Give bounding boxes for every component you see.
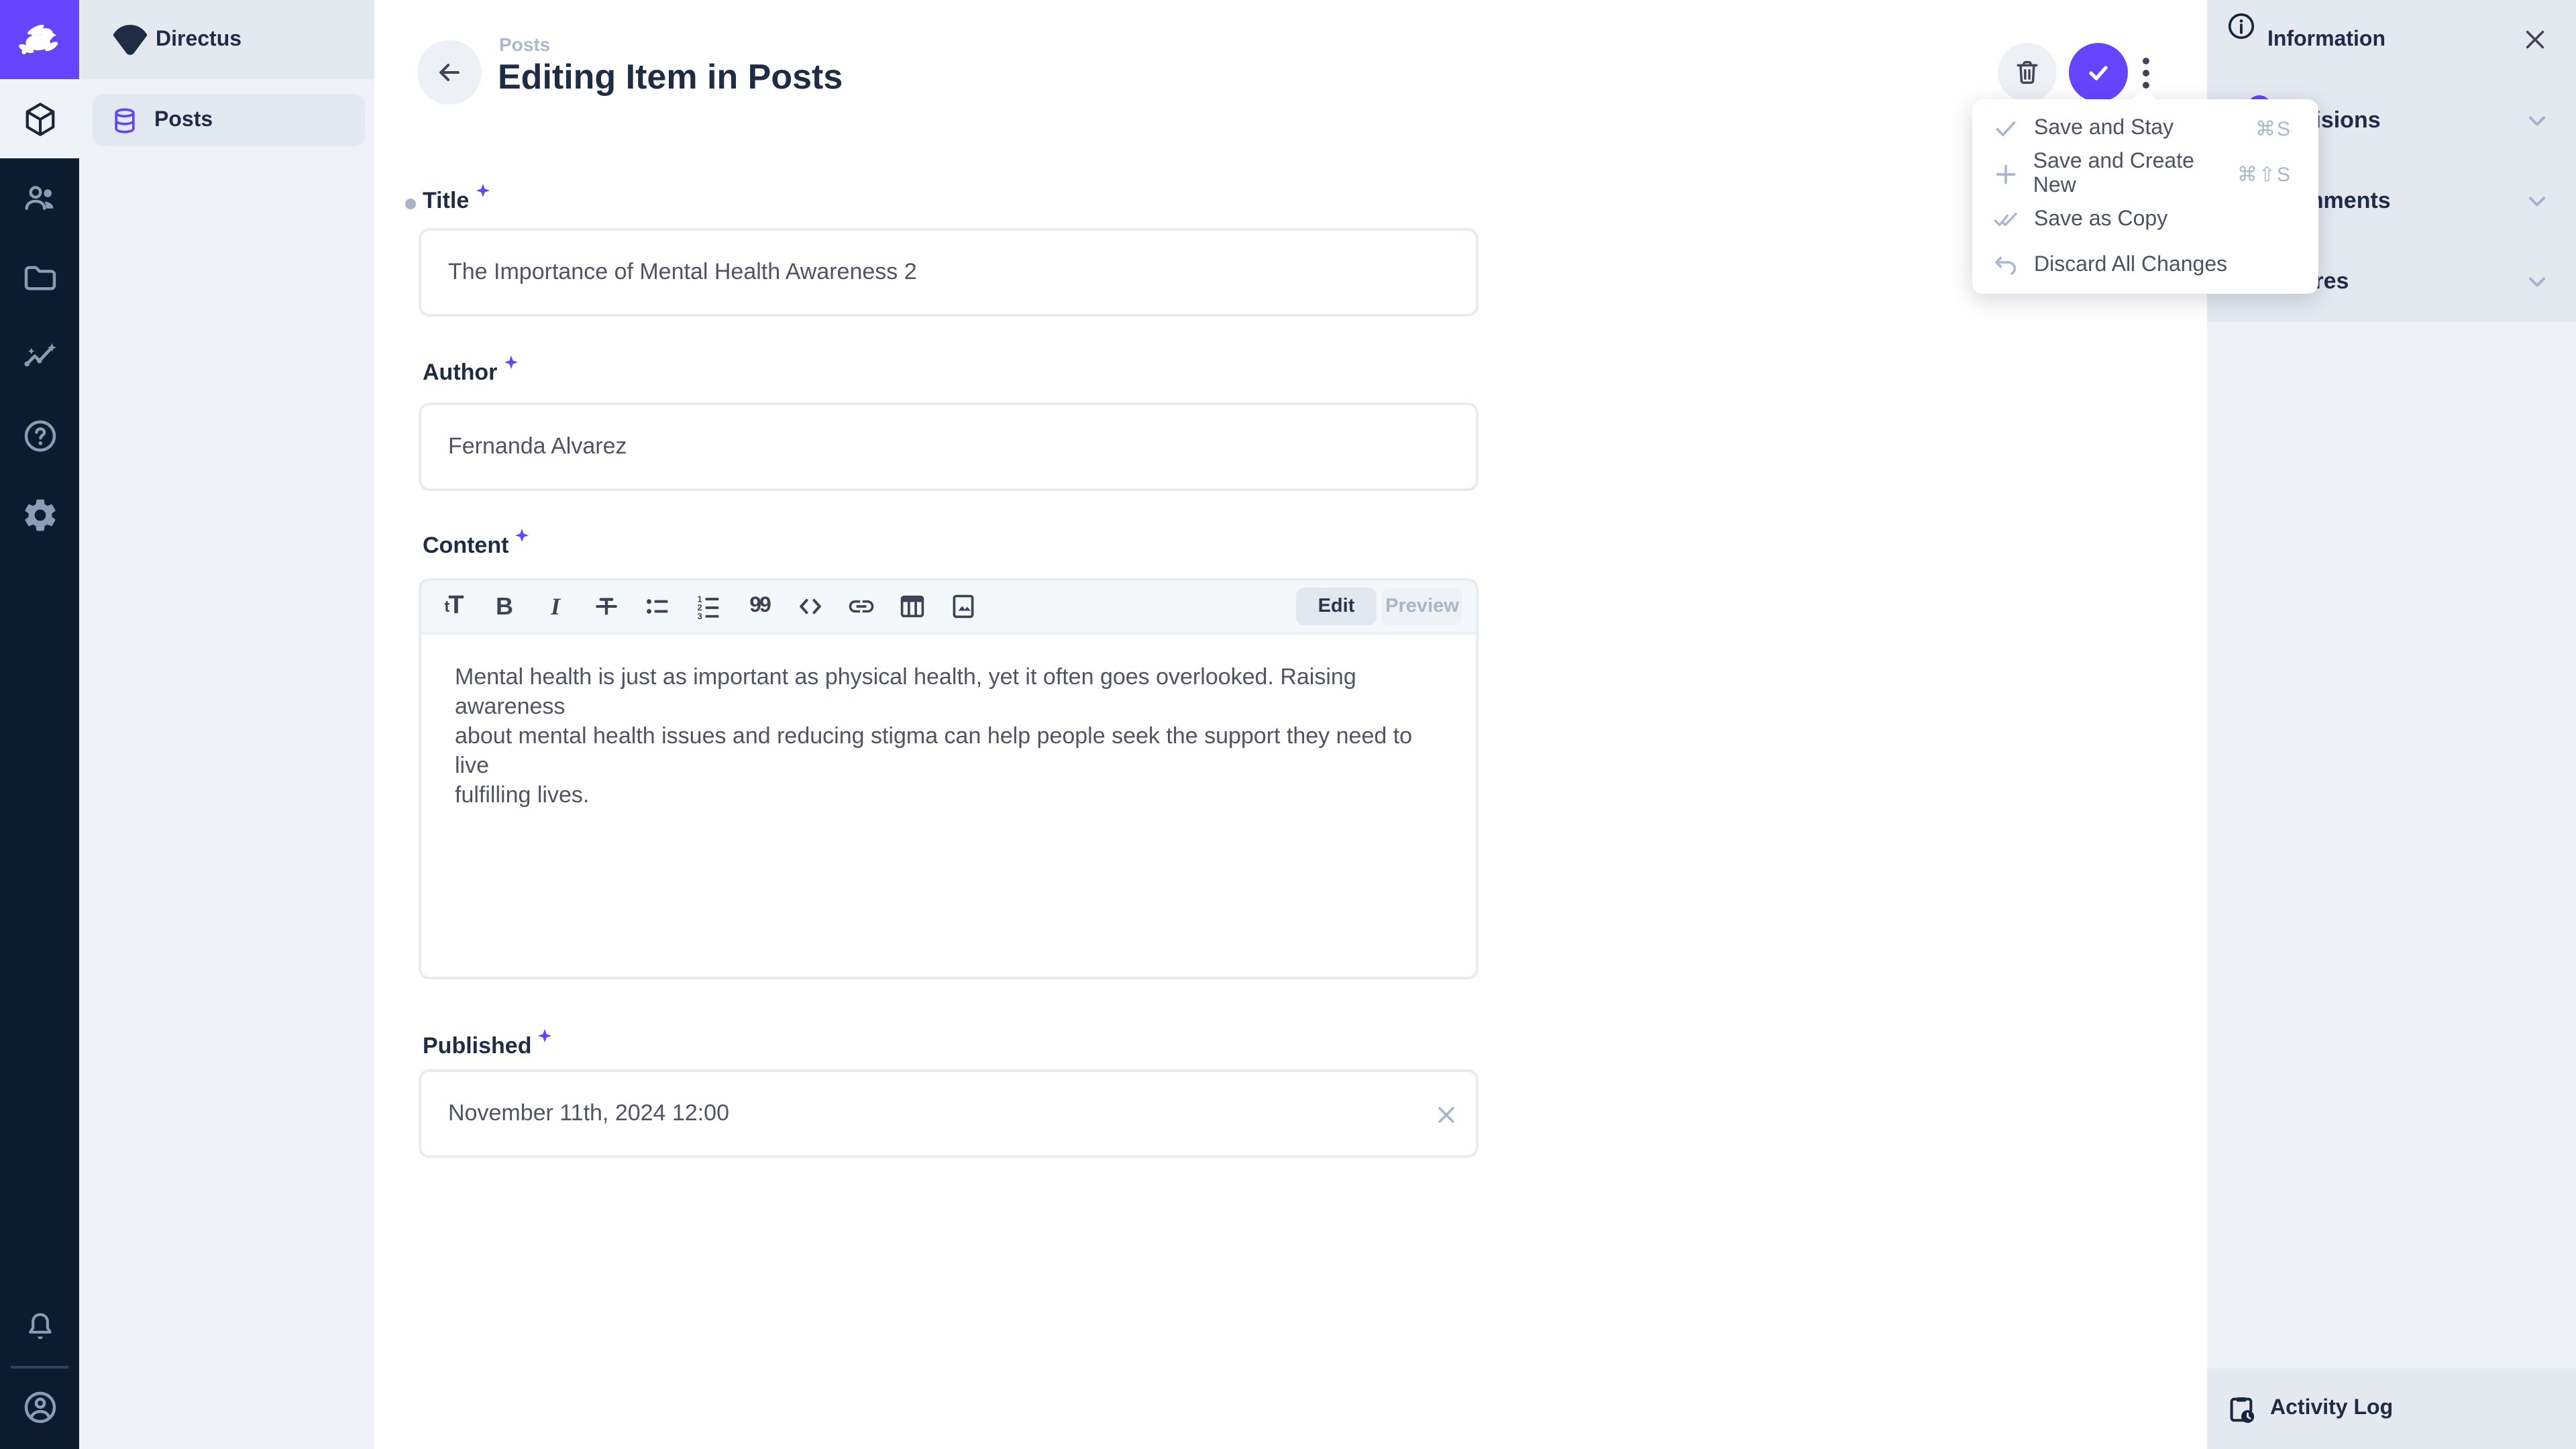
published-field-label: Published	[423, 1033, 551, 1060]
italic-icon[interactable]: I	[539, 590, 572, 623]
nav-item-label: Posts	[154, 108, 213, 132]
svg-text:3: 3	[698, 611, 702, 621]
required-star-icon	[538, 1029, 551, 1042]
project-header[interactable]: Directus	[79, 0, 374, 79]
field-edited-dot	[405, 199, 416, 209]
bell-icon	[22, 1309, 57, 1344]
chevron-down-icon	[2522, 106, 2552, 136]
module-files[interactable]	[0, 237, 79, 317]
avatar-icon	[21, 1388, 58, 1426]
blockquote-icon[interactable]: 99	[743, 590, 775, 623]
help-icon	[21, 417, 58, 454]
activity-log-label: Activity Log	[2270, 1397, 2393, 1421]
project-wedge-icon	[109, 23, 152, 58]
content-field-label: Content	[423, 533, 529, 559]
tab-edit[interactable]: Edit	[1296, 588, 1377, 625]
insights-icon	[21, 337, 58, 375]
trash-icon	[2012, 58, 2042, 87]
nav-sidebar: Directus Posts	[79, 0, 374, 1449]
rabbit-logo-icon	[13, 13, 66, 66]
plus-icon	[1991, 161, 2020, 188]
page-title: Editing Item in Posts	[498, 56, 843, 98]
check-icon	[1991, 115, 2021, 142]
image-icon[interactable]	[947, 590, 979, 623]
bulleted-list-icon[interactable]	[641, 590, 674, 623]
module-help[interactable]	[0, 396, 79, 475]
module-content[interactable]	[0, 79, 79, 158]
activity-log-icon	[2226, 1394, 2257, 1425]
people-icon	[21, 179, 58, 217]
strikethrough-icon[interactable]	[590, 590, 623, 623]
module-insights[interactable]	[0, 317, 79, 396]
back-button[interactable]	[417, 40, 482, 105]
account-button[interactable]	[0, 1367, 79, 1446]
check-icon	[2082, 56, 2114, 89]
title-input[interactable]: The Importance of Mental Health Awarenes…	[419, 228, 1479, 317]
directus-app: Directus Posts Posts Editing Item in	[0, 0, 2576, 1449]
menu-item-save-and-stay[interactable]: Save and Stay ⌘S	[1972, 106, 2318, 152]
required-star-icon	[476, 184, 489, 197]
author-field-label: Author	[423, 360, 517, 386]
shortcut-hint: ⌘S	[2255, 117, 2292, 141]
shortcut-hint: ⌘⇧S	[2237, 162, 2292, 186]
markdown-editor: tT B I	[419, 578, 1479, 979]
content-textarea[interactable]: Mental health is just as important as ph…	[421, 635, 1476, 810]
folder-icon	[21, 258, 58, 296]
main-content: Posts Editing Item in Posts	[374, 0, 2207, 1449]
table-icon[interactable]	[896, 590, 928, 623]
author-input[interactable]: Fernanda Alvarez	[419, 402, 1479, 491]
module-settings[interactable]	[0, 475, 79, 554]
format-size-icon[interactable]: tT	[437, 590, 470, 623]
save-button[interactable]	[2069, 43, 2128, 102]
arrow-left-icon	[435, 58, 464, 87]
database-icon	[110, 105, 140, 135]
required-star-icon	[515, 529, 529, 542]
module-users[interactable]	[0, 158, 79, 237]
chevron-down-icon	[2522, 186, 2552, 216]
project-name: Directus	[156, 28, 241, 52]
menu-item-save-as-copy[interactable]: Save as Copy	[1972, 197, 2318, 243]
more-vert-icon	[2142, 57, 2149, 64]
published-input[interactable]: November 11th, 2024 12:00	[419, 1069, 1479, 1158]
editor-tabs: Edit Preview	[1296, 588, 1462, 625]
close-sidebar-icon[interactable]	[2521, 25, 2549, 54]
notifications-button[interactable]	[0, 1287, 79, 1366]
bold-icon[interactable]: B	[488, 590, 521, 623]
link-icon[interactable]	[845, 590, 877, 623]
more-options-button[interactable]	[2129, 56, 2161, 89]
double-check-icon	[1991, 207, 2021, 233]
clear-date-button[interactable]	[1430, 1099, 1462, 1131]
title-field-label: Title	[423, 188, 489, 215]
module-bar	[0, 0, 79, 1449]
tab-preview[interactable]: Preview	[1382, 588, 1462, 625]
menu-item-save-and-create-new[interactable]: Save and Create New ⌘⇧S	[1972, 152, 2318, 197]
box-icon	[21, 100, 58, 138]
breadcrumb[interactable]: Posts	[499, 34, 550, 55]
undo-icon	[1991, 252, 2021, 279]
sidebar-section-label: Information	[2267, 28, 2385, 52]
nav-item-posts[interactable]: Posts	[93, 94, 365, 146]
directus-logo[interactable]	[0, 0, 79, 79]
save-options-menu: Save and Stay ⌘S Save and Create New ⌘⇧S…	[1972, 99, 2318, 294]
activity-log-button[interactable]: Activity Log	[2207, 1368, 2576, 1449]
chevron-down-icon	[2522, 267, 2552, 297]
info-icon	[2226, 11, 2257, 42]
required-star-icon	[504, 356, 517, 369]
code-icon[interactable]	[794, 590, 826, 623]
editor-toolbar: tT B I	[421, 581, 1476, 635]
delete-button[interactable]	[1998, 43, 2057, 102]
menu-item-discard-all-changes[interactable]: Discard All Changes	[1972, 243, 2318, 288]
numbered-list-icon[interactable]: 1 2 3	[692, 590, 724, 623]
gear-icon	[21, 496, 58, 533]
